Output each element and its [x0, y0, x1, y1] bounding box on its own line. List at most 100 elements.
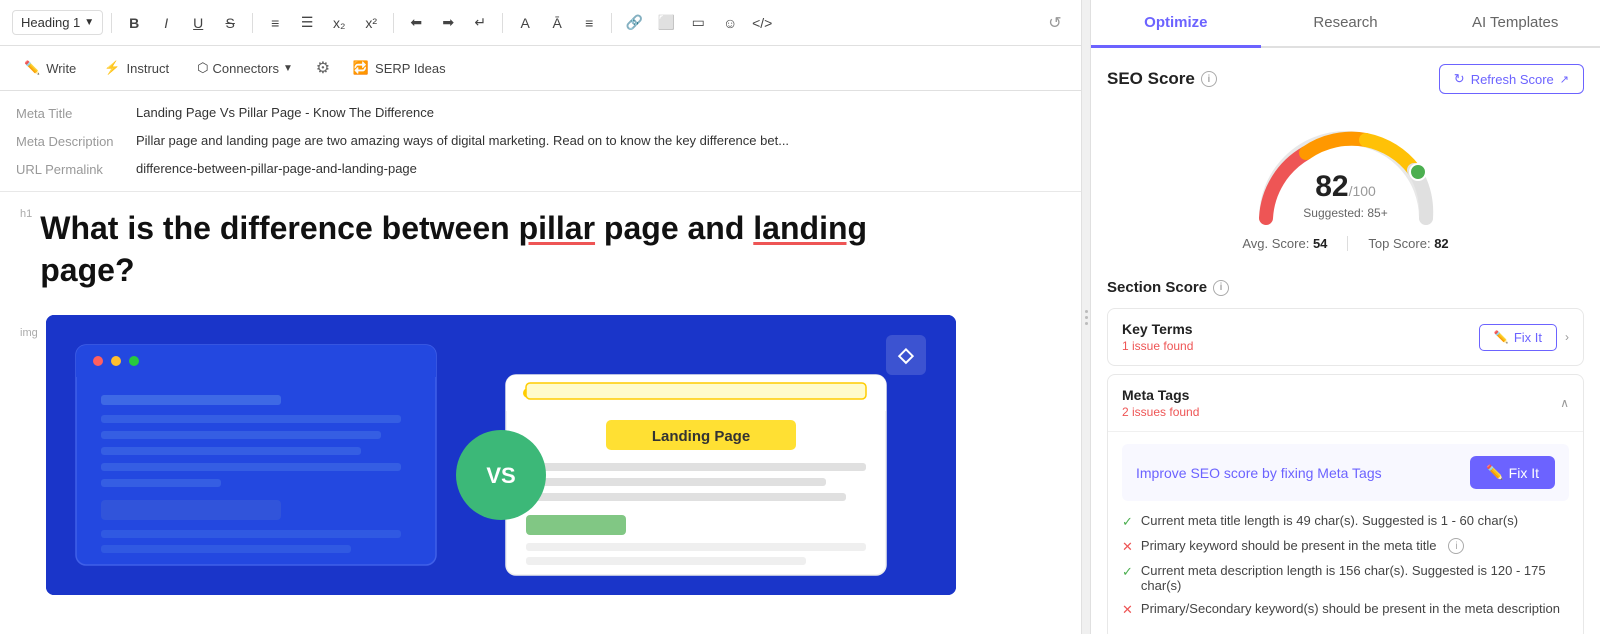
- write-icon: ✏️: [24, 60, 40, 76]
- bold-button[interactable]: B: [120, 9, 148, 37]
- refresh-score-button[interactable]: ↻ Refresh Score ↗: [1439, 64, 1584, 94]
- write-button[interactable]: ✏️ Write: [12, 55, 88, 81]
- svg-text:VS: VS: [486, 463, 515, 488]
- meta-tags-fix-it-label: Fix It: [1509, 465, 1539, 481]
- key-terms-actions: ✏️ Fix It ›: [1479, 324, 1569, 351]
- meta-tags-left: Meta Tags 2 issues found: [1122, 387, 1199, 419]
- tab-optimize[interactable]: Optimize: [1091, 0, 1261, 48]
- ordered-list-button[interactable]: ≡: [261, 9, 289, 37]
- gauge-suggested: Suggested: 85+: [1303, 206, 1387, 220]
- check-text-4: Primary/Secondary keyword(s) should be p…: [1141, 601, 1560, 616]
- top-score-label: Top Score:: [1368, 236, 1430, 251]
- meta-description-row: Meta Description Pillar page and landing…: [16, 127, 1065, 155]
- meta-permalink-label: URL Permalink: [16, 161, 136, 177]
- resize-dot: [1085, 316, 1088, 319]
- connectors-label: Connectors: [212, 61, 278, 76]
- external-link-icon: ↗: [1560, 73, 1569, 86]
- meta-title-label: Meta Title: [16, 105, 136, 121]
- italic-button[interactable]: I: [152, 9, 180, 37]
- align-left-button[interactable]: ⬅: [402, 9, 430, 37]
- meta-tags-issues: 2 issues found: [1122, 405, 1199, 419]
- history-button[interactable]: ↺: [1041, 9, 1069, 37]
- font-color-button[interactable]: A: [511, 9, 539, 37]
- align-right-button[interactable]: ➡: [434, 9, 462, 37]
- check-fail-icon-4: ✕: [1122, 602, 1133, 618]
- key-terms-fix-it-label: Fix It: [1514, 330, 1542, 345]
- avg-score-stat: Avg. Score: 54: [1242, 236, 1327, 251]
- seo-score-info-icon[interactable]: i: [1201, 71, 1217, 87]
- fix-icon: ✏️: [1494, 330, 1509, 344]
- strikethrough-button[interactable]: S: [216, 9, 244, 37]
- article-svg-illustration: Landing Page VS ⬦: [46, 315, 956, 595]
- code-button[interactable]: </>: [748, 9, 776, 37]
- gauge-stats: Avg. Score: 54 Top Score: 82: [1242, 236, 1448, 251]
- connectors-icon: ⬡: [197, 60, 208, 76]
- improve-text: Improve SEO score by fixing Meta Tags: [1136, 465, 1382, 481]
- key-terms-fix-it-button[interactable]: ✏️ Fix It: [1479, 324, 1557, 351]
- article-heading[interactable]: What is the difference between pillar pa…: [40, 208, 867, 291]
- serp-icon: 🔁: [353, 60, 369, 76]
- meta-description-value[interactable]: Pillar page and landing page are two ama…: [136, 133, 1065, 148]
- meta-tags-header: Meta Tags 2 issues found ∧: [1108, 375, 1583, 431]
- highlight-button[interactable]: Ā: [543, 9, 571, 37]
- toolbar-divider-3: [393, 13, 394, 33]
- connectors-chevron-icon: ▼: [283, 63, 293, 74]
- meta-title-value[interactable]: Landing Page Vs Pillar Page - Know The D…: [136, 105, 1065, 120]
- gauge-container: 82/100 Suggested: 85+ Avg. Score: 54 Top…: [1107, 106, 1584, 263]
- meta-title-row: Meta Title Landing Page Vs Pillar Page -…: [16, 99, 1065, 127]
- subscript-button[interactable]: x₂: [325, 9, 353, 37]
- indent-button[interactable]: ↵: [466, 9, 494, 37]
- tab-ai-templates[interactable]: AI Templates: [1430, 0, 1600, 48]
- serp-ideas-button[interactable]: 🔁 SERP Ideas: [341, 55, 458, 81]
- meta-tags-body: Improve SEO score by fixing Meta Tags ✏️…: [1108, 431, 1583, 634]
- heading-select[interactable]: Heading 1 ▼: [12, 10, 103, 35]
- meta-section: Meta Title Landing Page Vs Pillar Page -…: [0, 91, 1081, 192]
- toolbar-divider-1: [111, 13, 112, 33]
- gear-button[interactable]: ⚙: [309, 54, 337, 82]
- meta-tags-name: Meta Tags: [1122, 387, 1199, 403]
- align-center-button[interactable]: ≡: [575, 9, 603, 37]
- section-score-title: Section Score i: [1107, 279, 1584, 296]
- seo-content: SEO Score i ↻ Refresh Score ↗: [1091, 48, 1600, 634]
- svg-text:⬦: ⬦: [897, 342, 914, 367]
- key-terms-chevron-icon[interactable]: ›: [1565, 330, 1569, 344]
- resize-dot: [1085, 322, 1088, 325]
- avg-score-value: 54: [1313, 236, 1327, 251]
- key-terms-name: Key Terms: [1122, 321, 1193, 337]
- check-fail-icon-2: ✕: [1122, 539, 1133, 555]
- superscript-button[interactable]: x²: [357, 9, 385, 37]
- tab-research[interactable]: Research: [1261, 0, 1431, 48]
- toolbar: Heading 1 ▼ B I U S ≡ ☰ x₂ x² ⬅ ➡ ↵ A Ā …: [0, 0, 1081, 46]
- stats-divider: [1347, 236, 1348, 251]
- fix-it-primary-icon: ✏️: [1486, 464, 1503, 481]
- gauge-score: 82/100 Suggested: 85+: [1303, 170, 1387, 220]
- seo-score-title: SEO Score i: [1107, 69, 1217, 89]
- seo-panel: Optimize Research AI Templates SEO Score…: [1090, 0, 1600, 634]
- resize-dots: [1085, 310, 1088, 325]
- section-score-info-icon[interactable]: i: [1213, 280, 1229, 296]
- resize-handle[interactable]: [1082, 0, 1090, 634]
- landing-underline: landing: [753, 210, 867, 246]
- write-label: Write: [46, 61, 76, 76]
- section-score-title-text: Section Score: [1107, 279, 1207, 296]
- gauge-score-number: 82: [1315, 170, 1348, 203]
- meta-permalink-value[interactable]: difference-between-pillar-page-and-landi…: [136, 161, 1065, 176]
- link-button[interactable]: 🔗: [620, 9, 648, 37]
- emoji-button[interactable]: ☺: [716, 9, 744, 37]
- gauge-wrapper: 82/100 Suggested: 85+: [1246, 118, 1446, 228]
- check-info-icon-2[interactable]: i: [1448, 538, 1464, 554]
- chevron-down-icon: ▼: [84, 17, 94, 28]
- meta-tags-chevron-icon[interactable]: ∧: [1560, 396, 1569, 410]
- toolbar-divider-5: [611, 13, 612, 33]
- content-area: h1 What is the difference between pillar…: [0, 192, 1081, 634]
- key-terms-item: Key Terms 1 issue found ✏️ Fix It ›: [1107, 308, 1584, 366]
- underline-button[interactable]: U: [184, 9, 212, 37]
- toolbar-divider-2: [252, 13, 253, 33]
- meta-tags-fix-it-button[interactable]: ✏️ Fix It: [1470, 456, 1555, 489]
- unordered-list-button[interactable]: ☰: [293, 9, 321, 37]
- connectors-button[interactable]: ⬡ Connectors ▼: [185, 55, 305, 81]
- media-button[interactable]: ▭: [684, 9, 712, 37]
- image-button[interactable]: ⬜: [652, 9, 680, 37]
- serp-ideas-label: SERP Ideas: [375, 61, 446, 76]
- instruct-button[interactable]: ⚡ Instruct: [92, 55, 181, 81]
